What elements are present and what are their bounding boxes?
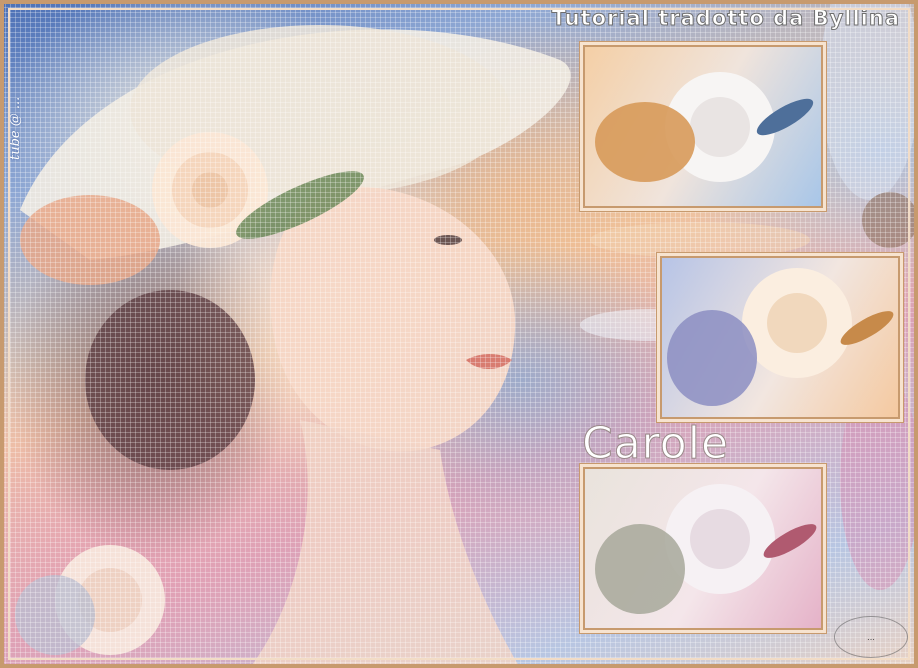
vertical-copyright-text: tube @ ... bbox=[8, 96, 23, 160]
rose-image bbox=[595, 484, 817, 614]
signature-watermark: ... bbox=[834, 616, 908, 658]
hair-bun bbox=[85, 290, 255, 470]
artwork-name: Carole bbox=[581, 418, 730, 470]
face bbox=[270, 186, 516, 452]
rose-image bbox=[667, 268, 894, 406]
rose-image bbox=[595, 72, 814, 182]
corner-rose bbox=[15, 545, 165, 655]
translation-credit-title: Tutorial tradotto da Byllina bbox=[551, 6, 900, 31]
rose-thumbnail-1 bbox=[583, 45, 823, 208]
artwork-canvas: Tutorial tradotto da Byllina Carole tube… bbox=[0, 0, 918, 668]
rose-thumbnail-3 bbox=[583, 467, 823, 630]
neck bbox=[250, 420, 520, 668]
eye bbox=[434, 235, 462, 245]
rose-thumbnail-2 bbox=[660, 256, 900, 419]
